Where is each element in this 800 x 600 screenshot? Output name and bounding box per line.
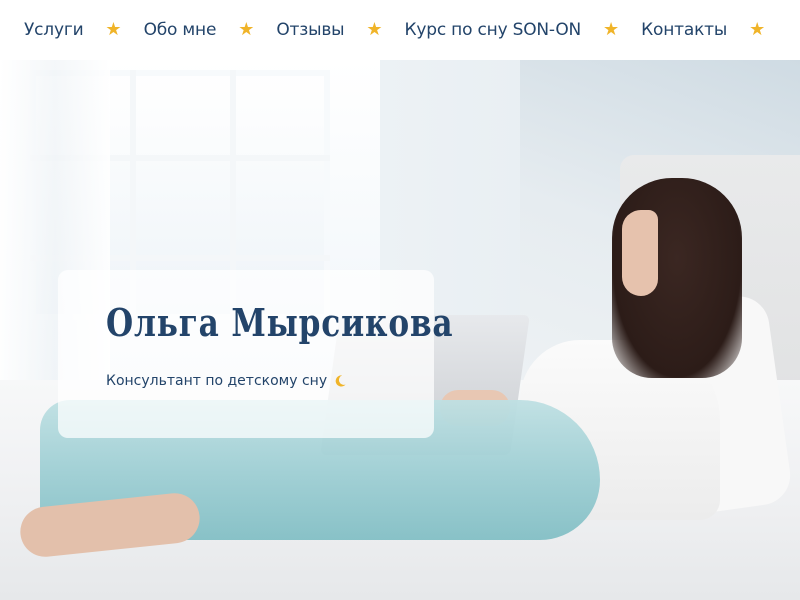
woman-face	[622, 210, 658, 296]
star-icon: ★	[105, 19, 122, 40]
star-icon: ★	[238, 19, 255, 40]
star-icon: ★	[366, 19, 383, 40]
consultant-subtitle: Консультант по детскому сну	[106, 373, 386, 389]
nav-link-contacts[interactable]: Контакты	[641, 20, 727, 40]
nav-link-sleep-course[interactable]: Курс по сну SON-ON	[405, 20, 582, 40]
star-icon: ★	[603, 19, 620, 40]
star-icon: ★	[749, 19, 766, 40]
nav-link-about[interactable]: Обо мне	[144, 20, 217, 40]
top-navigation: Услуги ★ Обо мне ★ Отзывы ★ Курс по сну …	[0, 0, 800, 60]
nav-link-services[interactable]: Услуги	[24, 20, 84, 40]
subtitle-text: Консультант по детскому сну	[106, 373, 328, 389]
consultant-name: Ольга Мырсикова	[106, 300, 454, 345]
crescent-moon-icon	[335, 375, 346, 387]
intro-card: Ольга Мырсикова Консультант по детскому …	[58, 270, 454, 438]
nav-link-reviews[interactable]: Отзывы	[276, 20, 344, 40]
